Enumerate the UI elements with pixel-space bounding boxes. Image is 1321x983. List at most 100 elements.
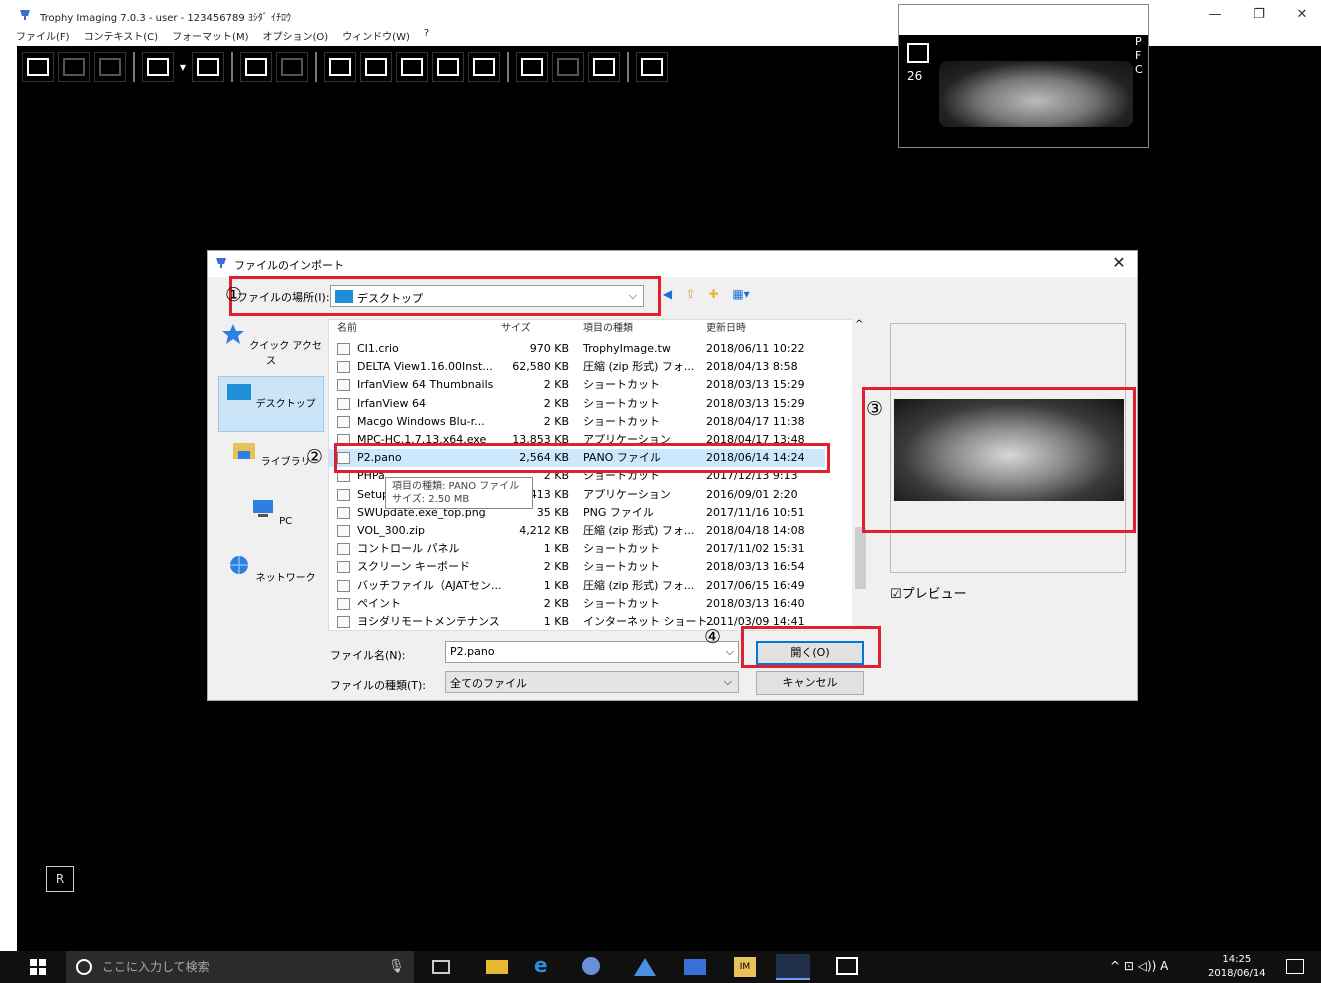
dialog-nav-icons: ◀ ⇧ ✚ ▦▾: [660, 287, 753, 302]
edge-icon[interactable]: e: [534, 953, 556, 977]
filetype-select[interactable]: 全てのファイル ⌵: [445, 671, 739, 693]
taskbar-search[interactable]: ここに入力して検索 🎙: [66, 951, 414, 983]
file-row[interactable]: P2.pano 2,564 KB PANO ファイル 2018/06/14 14:24: [329, 449, 825, 468]
scroll-up-icon[interactable]: ^: [855, 319, 863, 330]
tb-image-button[interactable]: [588, 52, 620, 82]
tb-import-button[interactable]: [324, 52, 356, 82]
place-quick-access[interactable]: クイック アクセス: [218, 319, 324, 375]
file-row[interactable]: MPC-HC.1.7.13.x64.exe 13,853 KB アプリケーション 20…: [329, 431, 825, 449]
tb-monitor-button[interactable]: [552, 52, 584, 82]
tb-folder-button[interactable]: [240, 52, 272, 82]
file-row[interactable]: DELTA View1.16.00Inst... 62,580 KB 圧縮 (zip…: [329, 358, 825, 376]
tb-tool-button[interactable]: [360, 52, 392, 82]
im-app-icon[interactable]: IM: [734, 957, 756, 977]
tb-twain-button[interactable]: [432, 52, 464, 82]
menu-file[interactable]: ファイル(F): [16, 28, 70, 46]
trophy-taskbar-icon[interactable]: [776, 954, 810, 980]
tb-folder2-button[interactable]: [276, 52, 308, 82]
file-row[interactable]: IrfanView 64 2 KB ショートカット 2018/03/13 15:29: [329, 395, 825, 413]
file-row[interactable]: CI1.crio 970 KB TrophyImage.tw 2018/06/11 1…: [329, 340, 825, 358]
notification-icon[interactable]: [1286, 959, 1304, 974]
chevron-down-icon[interactable]: ⌵: [726, 645, 734, 659]
task-view-icon[interactable]: [432, 960, 450, 974]
menu-help[interactable]: ?: [424, 28, 429, 46]
panoramic-thumbnail[interactable]: [939, 61, 1133, 127]
thumbnail-panel[interactable]: 26 P F C: [898, 4, 1149, 148]
place-network[interactable]: ネットワーク: [218, 551, 324, 607]
dialog-close-button[interactable]: ✕: [1109, 253, 1129, 273]
tb-layout2-button[interactable]: [94, 52, 126, 82]
col-kind[interactable]: 項目の種類: [583, 320, 633, 338]
sensor-icon: [473, 58, 495, 76]
file-size: 2 KB: [543, 596, 569, 610]
file-row[interactable]: VOL_300.zip 4,212 KB 圧縮 (zip 形式) フォ... 2018…: [329, 522, 825, 540]
tb-sensor-button[interactable]: [468, 52, 500, 82]
file-row[interactable]: コントロール パネル 1 KB ショートカット 2017/11/02 15:31: [329, 540, 825, 558]
col-date[interactable]: 更新日時: [706, 320, 746, 338]
col-size[interactable]: サイズ: [501, 320, 531, 338]
tb-layout1-button[interactable]: [58, 52, 90, 82]
restore-button[interactable]: ❐: [1244, 6, 1274, 24]
filetype-value: 全てのファイル: [450, 677, 527, 690]
scroll-thumb[interactable]: [855, 527, 866, 589]
new-folder-icon[interactable]: ✚: [706, 287, 721, 302]
file-row[interactable]: Macgo Windows Blu-r... 2 KB ショートカット 2018/04…: [329, 413, 825, 431]
close-button[interactable]: ✕: [1287, 6, 1317, 24]
file-list[interactable]: 名前 サイズ 項目の種類 更新日時 CI1.crio 970 KB TrophyIm…: [328, 319, 858, 631]
tb-grid-button[interactable]: [192, 52, 224, 82]
file-size: 2 KB: [543, 414, 569, 428]
twain-icon: [437, 58, 459, 76]
menu-window[interactable]: ウィンドウ(W): [342, 28, 410, 46]
menu-format[interactable]: フォーマット(M): [172, 28, 248, 46]
file-icon: [337, 361, 350, 374]
drive-icon[interactable]: [634, 958, 656, 976]
place-pc[interactable]: PC: [218, 494, 324, 550]
microphone-icon[interactable]: 🎙: [388, 951, 405, 983]
clock[interactable]: 14:25 2018/06/14: [1208, 953, 1266, 981]
file-row[interactable]: ペイント 2 KB ショートカット 2018/03/13 16:40: [329, 595, 825, 613]
pc-icon: [252, 500, 273, 517]
file-date: 2016/09/01 2:20: [706, 487, 798, 501]
file-size: 1 KB: [543, 578, 569, 592]
network-app-icon[interactable]: [684, 959, 706, 975]
file-explorer-icon[interactable]: [486, 960, 508, 974]
file-row[interactable]: バッチファイル（AJATセン... 1 KB 圧縮 (zip 形式) フォ... 20…: [329, 577, 825, 595]
tb-export-button[interactable]: [516, 52, 548, 82]
file-size: 1 KB: [543, 542, 569, 556]
file-row[interactable]: IrfanView 64 Thumbnails 2 KB ショートカット 2018/0…: [329, 376, 825, 394]
menu-options[interactable]: オプション(O): [263, 28, 329, 46]
tb-dropdown-arrow[interactable]: ▼: [178, 52, 188, 82]
tb-display-button[interactable]: [22, 52, 54, 82]
thumbnail-header: [899, 5, 1148, 35]
toolbar-separator: [627, 52, 629, 82]
cancel-button[interactable]: キャンセル: [756, 671, 864, 695]
photos-icon[interactable]: [836, 957, 858, 975]
tb-exit-button[interactable]: [636, 52, 668, 82]
col-name[interactable]: 名前: [337, 320, 357, 338]
filename-input[interactable]: P2.pano ⌵: [445, 641, 739, 663]
windows-start-icon[interactable]: [30, 959, 46, 975]
look-in-value: デスクトップ: [357, 292, 423, 305]
preview-checkbox[interactable]: ☑プレビュー: [890, 583, 967, 602]
clock-date: 2018/06/14: [1208, 968, 1266, 979]
look-in-combo[interactable]: デスクトップ ⌵: [330, 285, 644, 307]
scroll-down-icon[interactable]: ⌄: [855, 620, 863, 631]
view-menu-icon[interactable]: ▦▾: [729, 287, 753, 302]
file-name: スクリーン キーボード: [357, 560, 470, 574]
menu-context[interactable]: コンテキスト(C): [84, 28, 159, 46]
file-list-scrollbar[interactable]: ^ ⌄: [852, 319, 869, 631]
file-row[interactable]: スクリーン キーボード 2 KB ショートカット 2018/03/13 16:54: [329, 558, 825, 576]
up-folder-icon[interactable]: ⇧: [683, 287, 698, 302]
file-date: 2018/04/13 8:58: [706, 360, 798, 374]
open-button[interactable]: 開く(O): [756, 641, 864, 665]
place-desktop[interactable]: デスクトップ: [218, 376, 324, 432]
file-row[interactable]: ヨシダリモートメンテナンス 1 KB インターネット ショート... 2011/03/…: [329, 613, 825, 630]
tb-tooth-button[interactable]: [396, 52, 428, 82]
paint-icon[interactable]: [582, 957, 600, 975]
toolbar-separator: [507, 52, 509, 82]
minimize-button[interactable]: —: [1200, 6, 1230, 24]
system-tray[interactable]: ^ ⊡ ◁)) A: [1110, 959, 1168, 973]
back-icon[interactable]: ◀: [660, 287, 675, 302]
tb-arrange-button[interactable]: [142, 52, 174, 82]
file-name: CI1.crio: [357, 342, 399, 355]
